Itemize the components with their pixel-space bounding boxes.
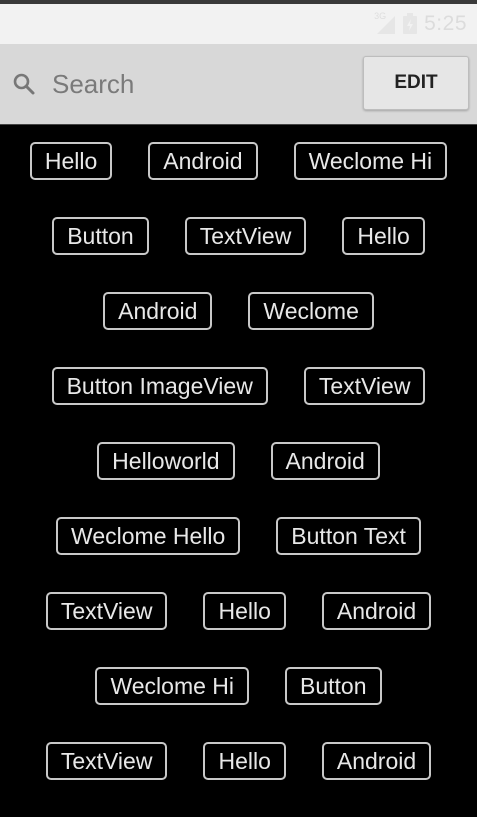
tag-cloud: Hello Android Weclome Hi Button TextView Hell…	[0, 125, 477, 798]
tag-chip[interactable]: Android	[103, 292, 213, 330]
tag-row: Helloworld Android	[0, 442, 477, 517]
tag-chip[interactable]: TextView	[45, 592, 168, 630]
tag-chip[interactable]: Hello	[342, 217, 425, 255]
status-icons: 3G 5:25	[374, 4, 467, 44]
tag-row: Hello Android Weclome Hi	[0, 142, 477, 217]
tag-chip[interactable]: TextView	[45, 742, 168, 780]
tag-chip[interactable]: Weclome Hi	[293, 142, 448, 180]
search-bar: EDIT	[0, 44, 477, 124]
tag-chip[interactable]: Button	[285, 667, 382, 705]
edit-button[interactable]: EDIT	[363, 56, 469, 110]
search-input[interactable]	[52, 66, 332, 102]
tag-chip[interactable]: Weclome Hello	[56, 517, 241, 555]
tag-row: Android Weclome	[0, 292, 477, 367]
tag-chip[interactable]: Button ImageView	[51, 367, 268, 405]
tag-chip[interactable]: Android	[148, 142, 258, 180]
status-time: 5:25	[424, 12, 467, 35]
tag-chip[interactable]: TextView	[303, 367, 426, 405]
tag-chip[interactable]: Weclome	[248, 292, 374, 330]
tag-chip[interactable]: Hello	[203, 592, 286, 630]
tag-row: TextView Hello Android	[0, 592, 477, 667]
tag-row: TextView Hello Android	[0, 742, 477, 817]
status-bar: 3G 5:25	[0, 4, 477, 44]
tag-chip[interactable]: Button Text	[276, 517, 421, 555]
tag-chip[interactable]: Android	[270, 442, 380, 480]
tag-chip[interactable]: Android	[321, 742, 432, 780]
tag-chip[interactable]: TextView	[184, 217, 307, 255]
tag-chip[interactable]: Hello	[203, 742, 286, 780]
search-icon	[12, 72, 36, 96]
tag-chip[interactable]: Android	[321, 592, 432, 630]
tag-chip[interactable]: Button	[52, 217, 149, 255]
tag-chip[interactable]: Hello	[29, 142, 113, 180]
tag-chip[interactable]: Helloworld	[97, 442, 235, 480]
tag-row: Weclome Hi Button	[0, 667, 477, 742]
tag-row: Button TextView Hello	[0, 217, 477, 292]
battery-icon	[402, 13, 418, 35]
signal-icon: 3G	[374, 11, 396, 35]
tag-row: Button ImageView TextView	[0, 367, 477, 442]
tag-row: Weclome Hello Button Text	[0, 517, 477, 592]
tag-chip[interactable]: Weclome Hi	[95, 667, 250, 705]
